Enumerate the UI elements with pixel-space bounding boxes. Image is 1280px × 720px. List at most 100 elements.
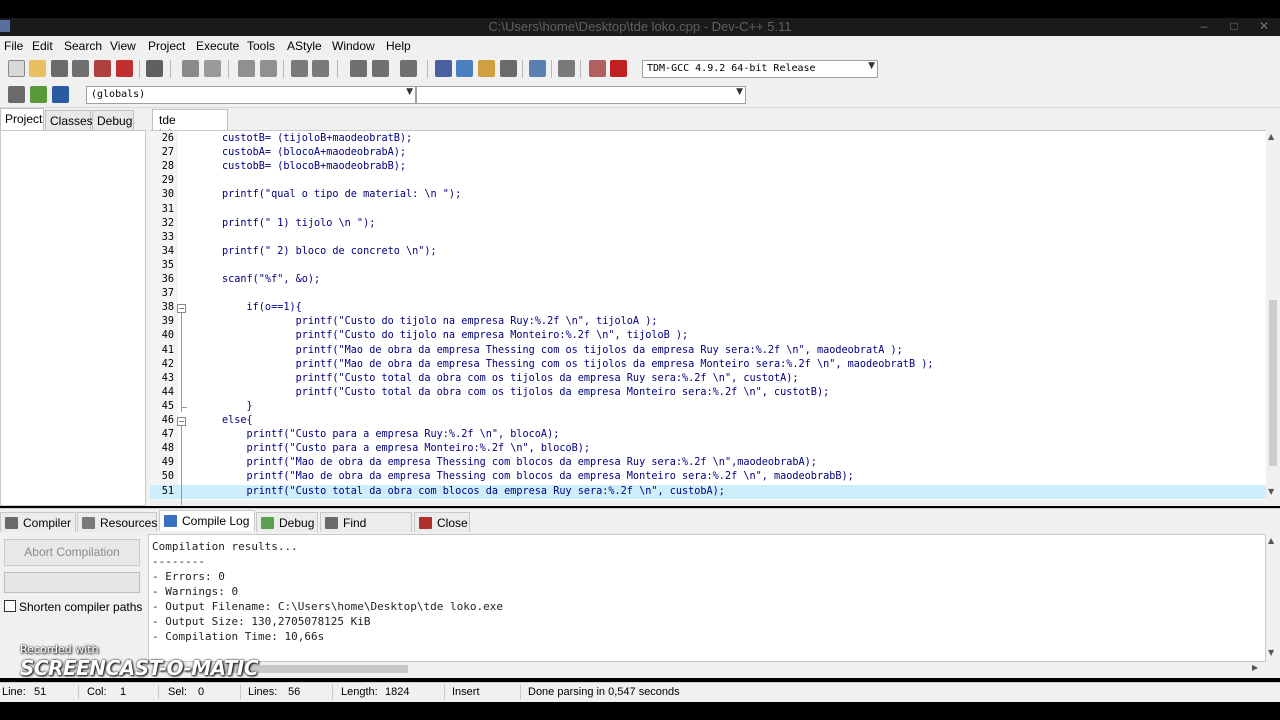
line-number: 43 bbox=[161, 372, 174, 384]
scope-select[interactable]: (globals) ▼ bbox=[86, 86, 416, 104]
tab-find-results[interactable]: Find Results bbox=[320, 512, 412, 544]
line-number: 50 bbox=[161, 471, 174, 483]
save-icon[interactable] bbox=[51, 60, 68, 77]
tab-resources[interactable]: Resources bbox=[77, 512, 157, 533]
code-line[interactable]: 33 bbox=[150, 231, 1266, 245]
code-line[interactable]: 45 } bbox=[150, 400, 1266, 414]
compile-icon[interactable] bbox=[435, 60, 452, 77]
code-line[interactable]: 44 printf("Custo total da obra com os ti… bbox=[150, 386, 1266, 400]
code-line[interactable]: 40 printf("Custo do tijolo na empresa Mo… bbox=[150, 329, 1266, 343]
tab-debug[interactable]: Debug bbox=[92, 110, 134, 130]
code-line[interactable]: 39 printf("Custo do tijolo na empresa Ru… bbox=[150, 315, 1266, 329]
class-browser-icon[interactable] bbox=[52, 86, 69, 103]
status-lines-value: 56 bbox=[288, 686, 301, 698]
code-line[interactable]: 36 scanf("%f", &o); bbox=[150, 273, 1266, 287]
compile-log-output[interactable]: Compilation results... -------- - Errors… bbox=[148, 534, 1266, 662]
bottom-tab-bar: Compiler Resources Compile Log Debug Fin… bbox=[0, 508, 1280, 544]
open-file-icon[interactable] bbox=[29, 60, 46, 77]
code-line[interactable]: 37 bbox=[150, 287, 1266, 301]
code-line[interactable]: 43 printf("Custo total da obra com os ti… bbox=[150, 372, 1266, 386]
log-horizontal-scrollbar[interactable]: ▶ bbox=[148, 662, 1266, 676]
code-line[interactable]: 26 custotB= (tijoloB+maodeobratB); bbox=[150, 132, 1266, 146]
tab-debug-bottom[interactable]: Debug bbox=[256, 512, 318, 533]
scroll-right-icon[interactable]: ▶ bbox=[1252, 663, 1258, 672]
minimize-button[interactable]: – bbox=[1190, 18, 1218, 36]
maximize-button[interactable]: □ bbox=[1220, 18, 1248, 36]
save-all-icon[interactable] bbox=[72, 60, 89, 77]
fold-toggle-icon[interactable]: − bbox=[177, 417, 186, 426]
code-line[interactable]: 42 printf("Mao de obra da empresa Thessi… bbox=[150, 358, 1266, 372]
scroll-up-icon[interactable]: ▲ bbox=[1268, 132, 1274, 141]
code-line[interactable]: 48 printf("Custo para a empresa Monteiro… bbox=[150, 442, 1266, 456]
code-text: custobB= (blocoB+maodeobrabB); bbox=[222, 161, 407, 173]
undo-icon[interactable] bbox=[182, 60, 199, 77]
print-icon[interactable] bbox=[146, 60, 163, 77]
code-line[interactable]: 46 else{− bbox=[150, 414, 1266, 428]
tab-close[interactable]: Close bbox=[414, 512, 470, 533]
code-line[interactable]: 41 printf("Mao de obra da empresa Thessi… bbox=[150, 344, 1266, 358]
menu-file[interactable]: File bbox=[4, 39, 23, 53]
code-line[interactable]: 32 printf(" 1) tijolo \n "); bbox=[150, 217, 1266, 231]
new-file-icon[interactable] bbox=[8, 60, 25, 77]
compile-run-icon[interactable] bbox=[478, 60, 495, 77]
fold-toggle-icon[interactable]: − bbox=[177, 304, 186, 314]
profile-chart-icon[interactable] bbox=[589, 60, 606, 77]
tab-compiler[interactable]: Compiler bbox=[0, 512, 76, 533]
code-line[interactable]: 35 bbox=[150, 259, 1266, 273]
close-file-icon[interactable] bbox=[94, 60, 111, 77]
close-all-icon[interactable] bbox=[116, 60, 133, 77]
run-icon[interactable] bbox=[456, 60, 473, 77]
menu-astyle[interactable]: AStyle bbox=[287, 39, 322, 53]
goto-back-icon[interactable] bbox=[350, 60, 367, 77]
redo-icon[interactable] bbox=[204, 60, 221, 77]
scroll-thumb[interactable] bbox=[1269, 300, 1277, 466]
shorten-paths-checkbox[interactable] bbox=[4, 600, 16, 612]
code-line[interactable]: 34 printf(" 2) bloco de concreto \n"); bbox=[150, 245, 1266, 259]
menu-view[interactable]: View bbox=[110, 39, 136, 53]
find-icon[interactable] bbox=[238, 60, 255, 77]
menu-help[interactable]: Help bbox=[386, 39, 411, 53]
unindent-icon[interactable] bbox=[312, 60, 329, 77]
function-select[interactable]: ▼ bbox=[416, 86, 746, 104]
code-line[interactable]: 31 bbox=[150, 203, 1266, 217]
tab-classes[interactable]: Classes bbox=[45, 110, 93, 130]
scroll-down-icon[interactable]: ▼ bbox=[1268, 648, 1274, 657]
replace-icon[interactable] bbox=[260, 60, 277, 77]
syntax-check-icon[interactable] bbox=[529, 60, 546, 77]
tab-compile-log[interactable]: Compile Log bbox=[159, 510, 255, 531]
code-editor[interactable]: 26 custotB= (tijoloB+maodeobratB); 27 custo… bbox=[150, 130, 1266, 505]
menu-execute[interactable]: Execute bbox=[196, 39, 239, 53]
menu-window[interactable]: Window bbox=[332, 39, 375, 53]
editor-vertical-scrollbar[interactable]: ▲ ▼ bbox=[1266, 130, 1280, 500]
toggle-bookmark-icon[interactable] bbox=[400, 60, 417, 77]
menu-project[interactable]: Project bbox=[148, 39, 185, 53]
insert-icon[interactable] bbox=[8, 86, 25, 103]
code-line[interactable]: 30 printf("qual o tipo de material: \n ")… bbox=[150, 188, 1266, 202]
rebuild-icon[interactable] bbox=[500, 60, 517, 77]
toggle-comment-icon[interactable] bbox=[30, 86, 47, 103]
code-line[interactable]: 38 if(o==1){− bbox=[150, 301, 1266, 315]
menu-tools[interactable]: Tools bbox=[247, 39, 275, 53]
scroll-up-icon[interactable]: ▲ bbox=[1268, 536, 1274, 545]
abort-compilation-button[interactable]: Abort Compilation bbox=[4, 539, 140, 566]
code-line[interactable]: 29 bbox=[150, 174, 1266, 188]
scroll-down-icon[interactable]: ▼ bbox=[1268, 487, 1274, 496]
tab-project[interactable]: Project bbox=[0, 108, 44, 130]
menu-edit[interactable]: Edit bbox=[32, 39, 53, 53]
code-line[interactable]: 49 printf("Mao de obra da empresa Thessi… bbox=[150, 456, 1266, 470]
file-tab[interactable]: tde loko.cpp bbox=[152, 109, 228, 141]
goto-forward-icon[interactable] bbox=[372, 60, 389, 77]
code-line[interactable]: 50 printf("Mao de obra da empresa Thessi… bbox=[150, 470, 1266, 484]
code-line[interactable]: 27 custobA= (blocoA+maodeobrabA); bbox=[150, 146, 1266, 160]
log-vertical-scrollbar[interactable]: ▲ ▼ bbox=[1266, 534, 1280, 662]
close-window-button[interactable]: ✕ bbox=[1250, 18, 1278, 36]
project-tree[interactable] bbox=[0, 130, 146, 506]
stop-execution-icon[interactable] bbox=[558, 60, 575, 77]
code-line[interactable]: 51 printf("Custo total da obra com bloco… bbox=[150, 484, 1266, 499]
code-line[interactable]: 28 custobB= (blocoB+maodeobrabB); bbox=[150, 160, 1266, 174]
delete-profile-icon[interactable] bbox=[610, 60, 627, 77]
indent-icon[interactable] bbox=[291, 60, 308, 77]
code-line[interactable]: 47 printf("Custo para a empresa Ruy:%.2f… bbox=[150, 428, 1266, 442]
compiler-select[interactable]: TDM-GCC 4.9.2 64-bit Release ▼ bbox=[642, 60, 878, 78]
menu-search[interactable]: Search bbox=[64, 39, 102, 53]
